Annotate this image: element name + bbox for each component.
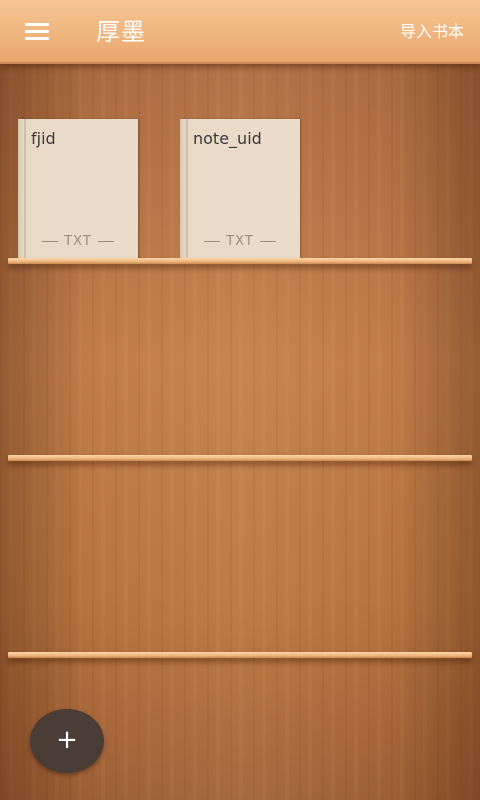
book-format-label: TXT (180, 234, 300, 249)
book-item[interactable]: note_uid TXT (180, 119, 300, 259)
dash-decoration (97, 241, 114, 242)
menu-line (25, 23, 49, 26)
shelf-board (8, 258, 472, 264)
book-format-label: TXT (18, 234, 138, 249)
import-books-button[interactable]: 导入书本 (400, 21, 464, 43)
shelf-board (8, 652, 472, 658)
book-title: note_uid (193, 129, 262, 148)
book-item[interactable]: fjid TXT (18, 119, 138, 259)
add-book-fab[interactable]: + (30, 709, 104, 773)
shelf-board (8, 455, 472, 461)
menu-line (25, 37, 49, 40)
book-format-text: TXT (226, 234, 254, 249)
menu-line (25, 30, 49, 33)
book-title: fjid (31, 129, 56, 148)
hamburger-menu-icon[interactable] (14, 14, 60, 50)
dash-decoration (259, 241, 276, 242)
app-title: 厚墨 (96, 18, 146, 46)
dash-decoration (204, 241, 221, 242)
book-format-text: TXT (64, 234, 92, 249)
plus-icon: + (56, 725, 78, 755)
dash-decoration (42, 241, 59, 242)
top-app-bar: 厚墨 导入书本 (0, 0, 480, 64)
